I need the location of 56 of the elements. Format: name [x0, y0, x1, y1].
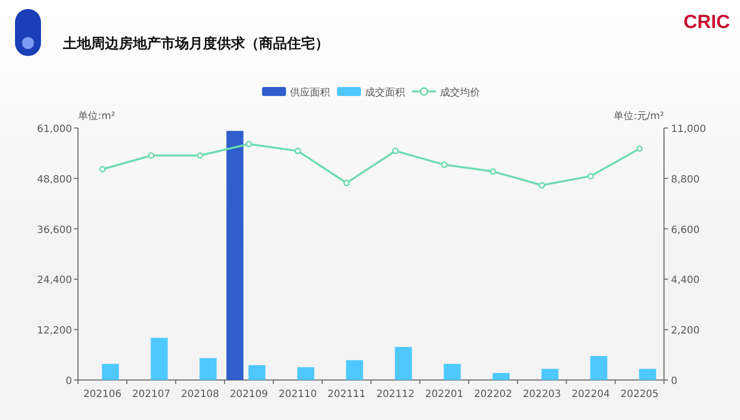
- line-point: [588, 172, 594, 180]
- bar: [541, 368, 558, 380]
- line-point: [196, 152, 204, 159]
- axis-tick-label: 202110: [278, 389, 317, 400]
- line-point: [538, 182, 546, 189]
- axis-tick-label: 12,200: [37, 326, 72, 337]
- bar: [394, 346, 412, 380]
- bar: [150, 338, 168, 380]
- legend-label: 成交面积: [365, 88, 405, 98]
- axis-tick-label: 202204: [572, 389, 610, 400]
- axis-tick-label: 202201: [425, 389, 464, 400]
- legend-label: 供应面积: [290, 88, 330, 98]
- bar: [346, 360, 364, 380]
- pill-icon: [15, 9, 41, 56]
- axis-tick-label: 61,000: [37, 124, 72, 135]
- line-point: [441, 161, 448, 168]
- bar: [102, 364, 119, 380]
- logo-text: CRIC: [684, 12, 730, 34]
- axis-tick-label: 202107: [132, 389, 170, 400]
- legend-label: 成交均价: [440, 88, 480, 98]
- bar: [639, 368, 656, 380]
- axis-tick-label: 202106: [83, 389, 122, 400]
- axis-tick-label: 202108: [181, 389, 220, 400]
- axis-tick-label: 202205: [620, 389, 659, 400]
- bar: [590, 356, 608, 380]
- line-point: [246, 140, 252, 148]
- axis-tick-label: 202112: [376, 389, 414, 400]
- axis-tick-label: 202203: [522, 389, 561, 400]
- bar: [444, 364, 461, 380]
- axis-tick-label: 24,400: [37, 275, 72, 286]
- axis-unit-label: 单位:元/m²: [614, 111, 664, 122]
- line-point: [490, 168, 496, 175]
- axis-tick-label: 4,400: [671, 275, 700, 286]
- line-point: [636, 145, 643, 152]
- axis-tick-label: 8,800: [671, 174, 700, 186]
- bar: [248, 365, 266, 380]
- axis-tick-label: 202111: [328, 389, 366, 400]
- page-title: 土地周边房地产市场月度供求（商品住宅）: [63, 34, 329, 52]
- line-point: [392, 148, 399, 154]
- axis-tick-label: 202202: [474, 389, 512, 400]
- axis-tick-label: 48,800: [37, 174, 72, 186]
- axis-unit-label: 单位:m²: [78, 111, 116, 122]
- axis-tick-label: 6,600: [671, 224, 700, 236]
- axis-tick-label: 0: [66, 376, 72, 387]
- line-point: [99, 166, 106, 172]
- line-point: [294, 148, 301, 154]
- line-point: [148, 152, 154, 159]
- bar: [200, 358, 217, 380]
- axis-tick-label: 0: [671, 376, 678, 387]
- line-point: [343, 180, 350, 186]
- axis-tick-label: 202109: [230, 389, 268, 400]
- axis-tick-label: 11,000: [671, 124, 706, 135]
- bar: [492, 372, 510, 380]
- axis-tick-label: 36,600: [37, 224, 72, 236]
- axis-tick-label: 2,200: [671, 326, 700, 337]
- bar: [297, 367, 314, 380]
